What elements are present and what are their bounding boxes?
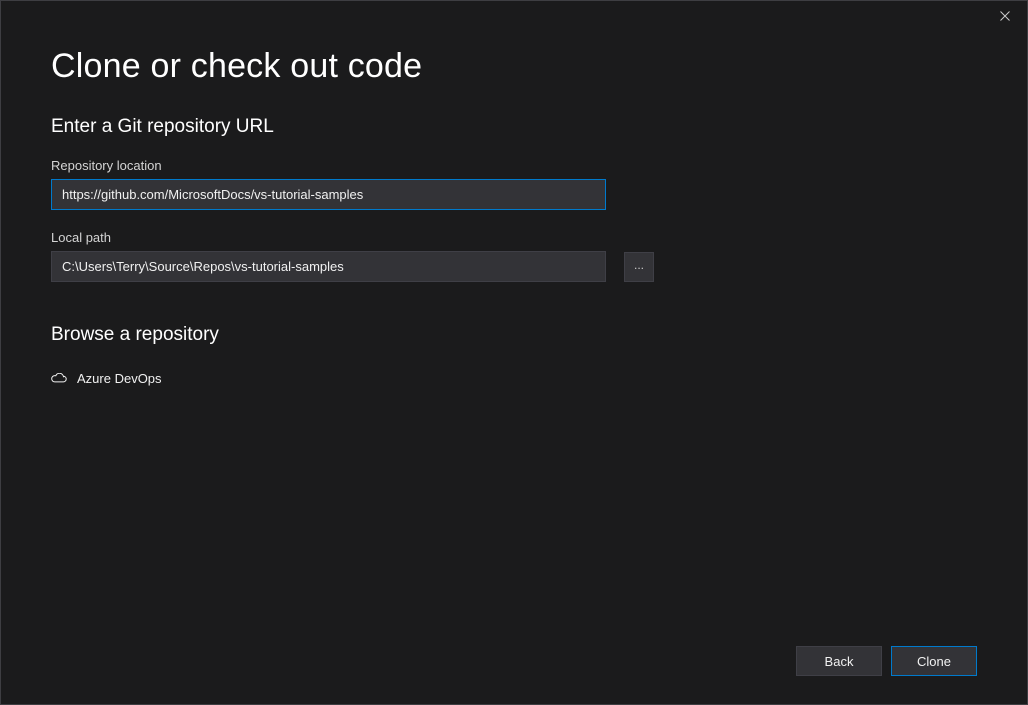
titlebar [982, 1, 1027, 31]
repository-location-input[interactable] [51, 179, 606, 210]
section-heading-browse: Browse a repository [51, 324, 977, 346]
browse-section: Browse a repository Azure DevOps [51, 324, 977, 390]
back-button[interactable]: Back [796, 646, 882, 676]
section-heading-enter-url: Enter a Git repository URL [51, 116, 977, 138]
dialog-content: Clone or check out code Enter a Git repo… [1, 1, 1027, 390]
field-local-path: Local path ... [51, 230, 977, 282]
clone-button[interactable]: Clone [891, 646, 977, 676]
local-path-input[interactable] [51, 251, 606, 282]
cloud-icon [51, 370, 67, 386]
browse-folder-button[interactable]: ... [624, 252, 654, 282]
field-repository-location: Repository location [51, 158, 977, 210]
repository-location-label: Repository location [51, 158, 977, 173]
browse-item-label: Azure DevOps [77, 371, 162, 386]
dialog-footer: Back Clone [796, 646, 977, 676]
close-button[interactable] [982, 1, 1027, 31]
page-title: Clone or check out code [51, 47, 977, 86]
close-icon [1000, 9, 1010, 24]
local-path-label: Local path [51, 230, 977, 245]
browse-item-azure-devops[interactable]: Azure DevOps [51, 366, 977, 390]
